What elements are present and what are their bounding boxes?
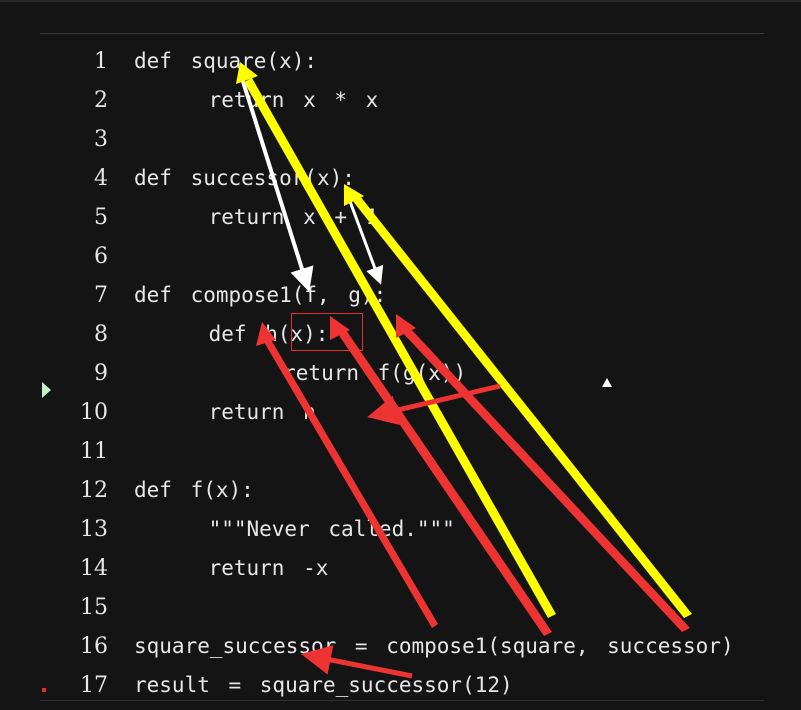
line-number: 10 [80, 400, 108, 425]
line-number: 13 [80, 517, 108, 542]
line-number: 3 [94, 127, 108, 152]
line-number: 7 [94, 283, 108, 308]
line-number: 8 [94, 322, 108, 347]
line-number: 14 [80, 556, 108, 581]
code-text[interactable]: def successor(x): [134, 159, 355, 198]
editor-top-separator [40, 33, 764, 34]
code-text[interactable]: square_successor = compose1(square, succ… [134, 627, 734, 666]
line-number: 4 [94, 166, 108, 191]
code-line-9[interactable]: 9 return f(g(x)) [0, 354, 801, 393]
code-line-4[interactable]: 4 def successor(x): [0, 159, 801, 198]
line-number: 12 [80, 478, 108, 503]
line-number: 6 [94, 244, 108, 269]
code-line-16[interactable]: 16 square_successor = compose1(square, s… [0, 627, 801, 666]
code-line-10[interactable]: 10 return h [0, 393, 801, 432]
highlight-box-h-of-x [291, 313, 363, 351]
code-text[interactable]: return x * x [134, 81, 379, 120]
code-line-7[interactable]: 7 def compose1(f, g): [0, 276, 801, 315]
code-text[interactable]: return x + 1 [134, 198, 379, 237]
code-text[interactable]: def f(x): [134, 471, 254, 510]
gutter-arrow-icon[interactable] [42, 382, 51, 398]
code-line-8[interactable]: 8 def h(x): [0, 315, 801, 354]
line-number: 11 [80, 439, 108, 464]
code-line-13[interactable]: 13 """Never called.""" [0, 510, 801, 549]
line-number: 5 [94, 205, 108, 230]
code-editor[interactable]: 1 def square(x): 2 return x * x 3 4 def … [0, 42, 801, 702]
code-line-6[interactable]: 6 [0, 237, 801, 276]
editor-bottom-separator [40, 700, 764, 701]
code-line-3[interactable]: 3 [0, 120, 801, 159]
line-number: 9 [94, 361, 108, 386]
code-text[interactable]: def compose1(f, g): [134, 276, 386, 315]
code-text[interactable]: return f(g(x)) [134, 354, 466, 393]
code-line-5[interactable]: 5 return x + 1 [0, 198, 801, 237]
code-line-14[interactable]: 14 return -x [0, 549, 801, 588]
red-marker-dot [42, 688, 46, 692]
code-line-11[interactable]: 11 [0, 432, 801, 471]
code-line-15[interactable]: 15 [0, 588, 801, 627]
code-line-1[interactable]: 1 def square(x): [0, 42, 801, 81]
window-top-border [0, 0, 801, 2]
code-text[interactable]: """Never called.""" [134, 510, 455, 549]
cursor-caret-icon [602, 378, 612, 387]
code-line-12[interactable]: 12 def f(x): [0, 471, 801, 510]
line-number: 16 [80, 634, 108, 659]
line-number: 1 [94, 49, 108, 74]
code-text[interactable]: def square(x): [134, 42, 317, 81]
line-number: 2 [94, 88, 108, 113]
code-text[interactable]: return -x [134, 549, 329, 588]
code-text[interactable]: return h [134, 393, 316, 432]
line-number: 15 [80, 595, 108, 620]
code-line-2[interactable]: 2 return x * x [0, 81, 801, 120]
